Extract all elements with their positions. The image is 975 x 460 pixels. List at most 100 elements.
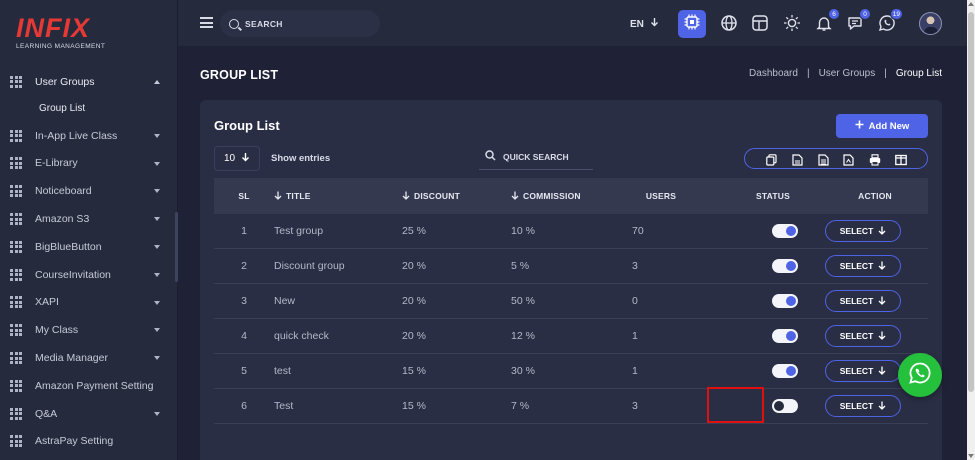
arrow-down-icon (878, 366, 886, 377)
sidebar-item-e-library[interactable]: E-Library (0, 150, 174, 178)
scroll-down-icon[interactable] (968, 454, 974, 458)
columns-icon[interactable] (894, 153, 907, 165)
header-discount[interactable]: DISCOUNT (402, 191, 511, 202)
cell-discount: 20 % (402, 295, 426, 307)
language-selector[interactable]: EN (630, 17, 659, 30)
select-label: SELECT (839, 296, 874, 306)
caret-up-icon (154, 80, 160, 84)
sidebar-subitem-group-list[interactable]: Group List (0, 96, 174, 122)
sidebar-item-amazon-s3[interactable]: Amazon S3 (0, 205, 174, 233)
sidebar-item-astrapay-setting[interactable]: AstraPay Setting (0, 428, 174, 456)
search-icon (485, 150, 496, 163)
table-row: 4 quick check 20 % 12 % 1 SELECT (214, 319, 928, 354)
sidebar-item-my-class[interactable]: My Class (0, 316, 174, 344)
grid-icon (10, 240, 23, 253)
sidebar-item-amazon-payment-setting[interactable]: Amazon Payment Setting (0, 372, 174, 400)
grid-icon (10, 435, 23, 448)
header-title[interactable]: TITLE (274, 191, 402, 202)
sidebar-item-noticeboard[interactable]: Noticeboard (0, 177, 174, 205)
cell-status (718, 329, 822, 343)
globe-icon[interactable] (720, 14, 738, 32)
header-status[interactable]: STATUS (718, 191, 822, 201)
cell-commission: 7 % (511, 400, 530, 412)
header-commission[interactable]: COMMISSION (511, 191, 618, 202)
grid-icon (10, 75, 23, 88)
page-scrollbar[interactable] (967, 0, 975, 460)
sidebar-item-label: CourseInvitation (35, 268, 111, 281)
sidebar-item-in-app-live-class[interactable]: In-App Live Class (0, 122, 174, 150)
cell-title: quick check (274, 330, 329, 342)
group-table: SL TITLE DISCOUNT COMMISSION USERS STATU… (214, 178, 928, 424)
select-action-button[interactable]: SELECT (825, 325, 901, 347)
export-buttons (744, 148, 928, 169)
scroll-up-icon[interactable] (968, 2, 974, 6)
caret-down-icon (154, 356, 160, 361)
select-action-button[interactable]: SELECT (825, 290, 901, 312)
chat-icon[interactable]: 0 (846, 8, 871, 32)
sun-icon[interactable] (783, 14, 801, 32)
status-toggle[interactable] (772, 329, 798, 343)
sidebar-item-user-groups[interactable]: User Groups (0, 68, 174, 96)
sidebar-item-courseinvitation[interactable]: CourseInvitation (0, 261, 174, 289)
sidebar-item-label: In-App Live Class (35, 129, 118, 142)
arrow-down-icon (878, 261, 886, 272)
logo[interactable]: INFIX LEARNING MANAGEMENT (16, 14, 116, 54)
copy-icon[interactable] (766, 153, 777, 166)
header-users[interactable]: USERS (618, 191, 718, 201)
status-toggle[interactable] (772, 364, 798, 378)
sidebar-item-q-a[interactable]: Q&A (0, 400, 174, 428)
grid-icon (10, 213, 23, 226)
select-action-button[interactable]: SELECT (825, 255, 901, 277)
scrollbar-thumb[interactable] (968, 12, 974, 392)
sidebar-item-label: My Class (35, 324, 79, 337)
whatsapp-chat-button[interactable] (898, 353, 942, 397)
status-toggle[interactable] (772, 224, 798, 238)
excel-icon[interactable] (818, 153, 829, 166)
logo-tagline: LEARNING MANAGEMENT (16, 43, 106, 50)
grid-icon (10, 157, 23, 170)
menu-toggle-icon[interactable] (200, 17, 213, 28)
cell-action: SELECT (822, 255, 928, 277)
toggle-knob (786, 226, 796, 236)
whatsapp-topbar-icon[interactable]: 19 (878, 8, 903, 32)
sidebar-item-bigbluebutton[interactable]: BigBlueButton (0, 233, 174, 261)
select-action-button[interactable]: SELECT (825, 360, 901, 382)
add-new-button[interactable]: Add New (836, 114, 928, 138)
pdf-icon[interactable] (843, 153, 854, 166)
breadcrumb-dashboard[interactable]: Dashboard (749, 68, 798, 79)
breadcrumb: Dashboard | User Groups | Group List (749, 68, 942, 79)
bell-icon[interactable]: 6 (815, 8, 840, 32)
layout-icon[interactable] (751, 14, 769, 32)
select-label: SELECT (839, 401, 874, 411)
print-icon[interactable] (869, 153, 881, 166)
sidebar-item-label: XAPI (35, 296, 59, 309)
sidebar: INFIX LEARNING MANAGEMENT User Groups Gro… (0, 0, 178, 460)
select-action-button[interactable]: SELECT (825, 220, 901, 242)
status-toggle[interactable] (772, 294, 798, 308)
cell-commission: 30 % (511, 365, 535, 377)
chip-settings-button[interactable] (678, 10, 706, 38)
search-icon (229, 18, 239, 29)
header-commission-label: COMMISSION (523, 191, 581, 201)
avatar[interactable] (919, 12, 942, 35)
table-row: 5 test 15 % 30 % 1 SELECT (214, 354, 928, 389)
header-sl[interactable]: SL (214, 191, 274, 201)
search-input[interactable]: SEARCH (220, 10, 380, 37)
quick-search-input[interactable]: QUICK SEARCH (479, 144, 593, 170)
select-action-button[interactable]: SELECT (825, 395, 901, 417)
status-toggle[interactable] (772, 259, 798, 273)
grid-icon (10, 352, 23, 365)
csv-icon[interactable] (792, 153, 803, 166)
cell-sl: 5 (241, 365, 247, 377)
breadcrumb-user-groups[interactable]: User Groups (819, 68, 876, 79)
sidebar-item-media-manager[interactable]: Media Manager (0, 344, 174, 372)
sidebar-scrollbar[interactable] (175, 212, 178, 282)
arrow-down-icon (650, 18, 659, 30)
select-label: SELECT (839, 261, 874, 271)
sidebar-item-xapi[interactable]: XAPI (0, 289, 174, 317)
entries-select[interactable]: 10 (214, 146, 260, 171)
arrow-down-icon (878, 226, 886, 237)
status-toggle[interactable] (772, 399, 798, 413)
breadcrumb-separator: | (884, 68, 887, 79)
caret-down-icon (154, 244, 160, 249)
